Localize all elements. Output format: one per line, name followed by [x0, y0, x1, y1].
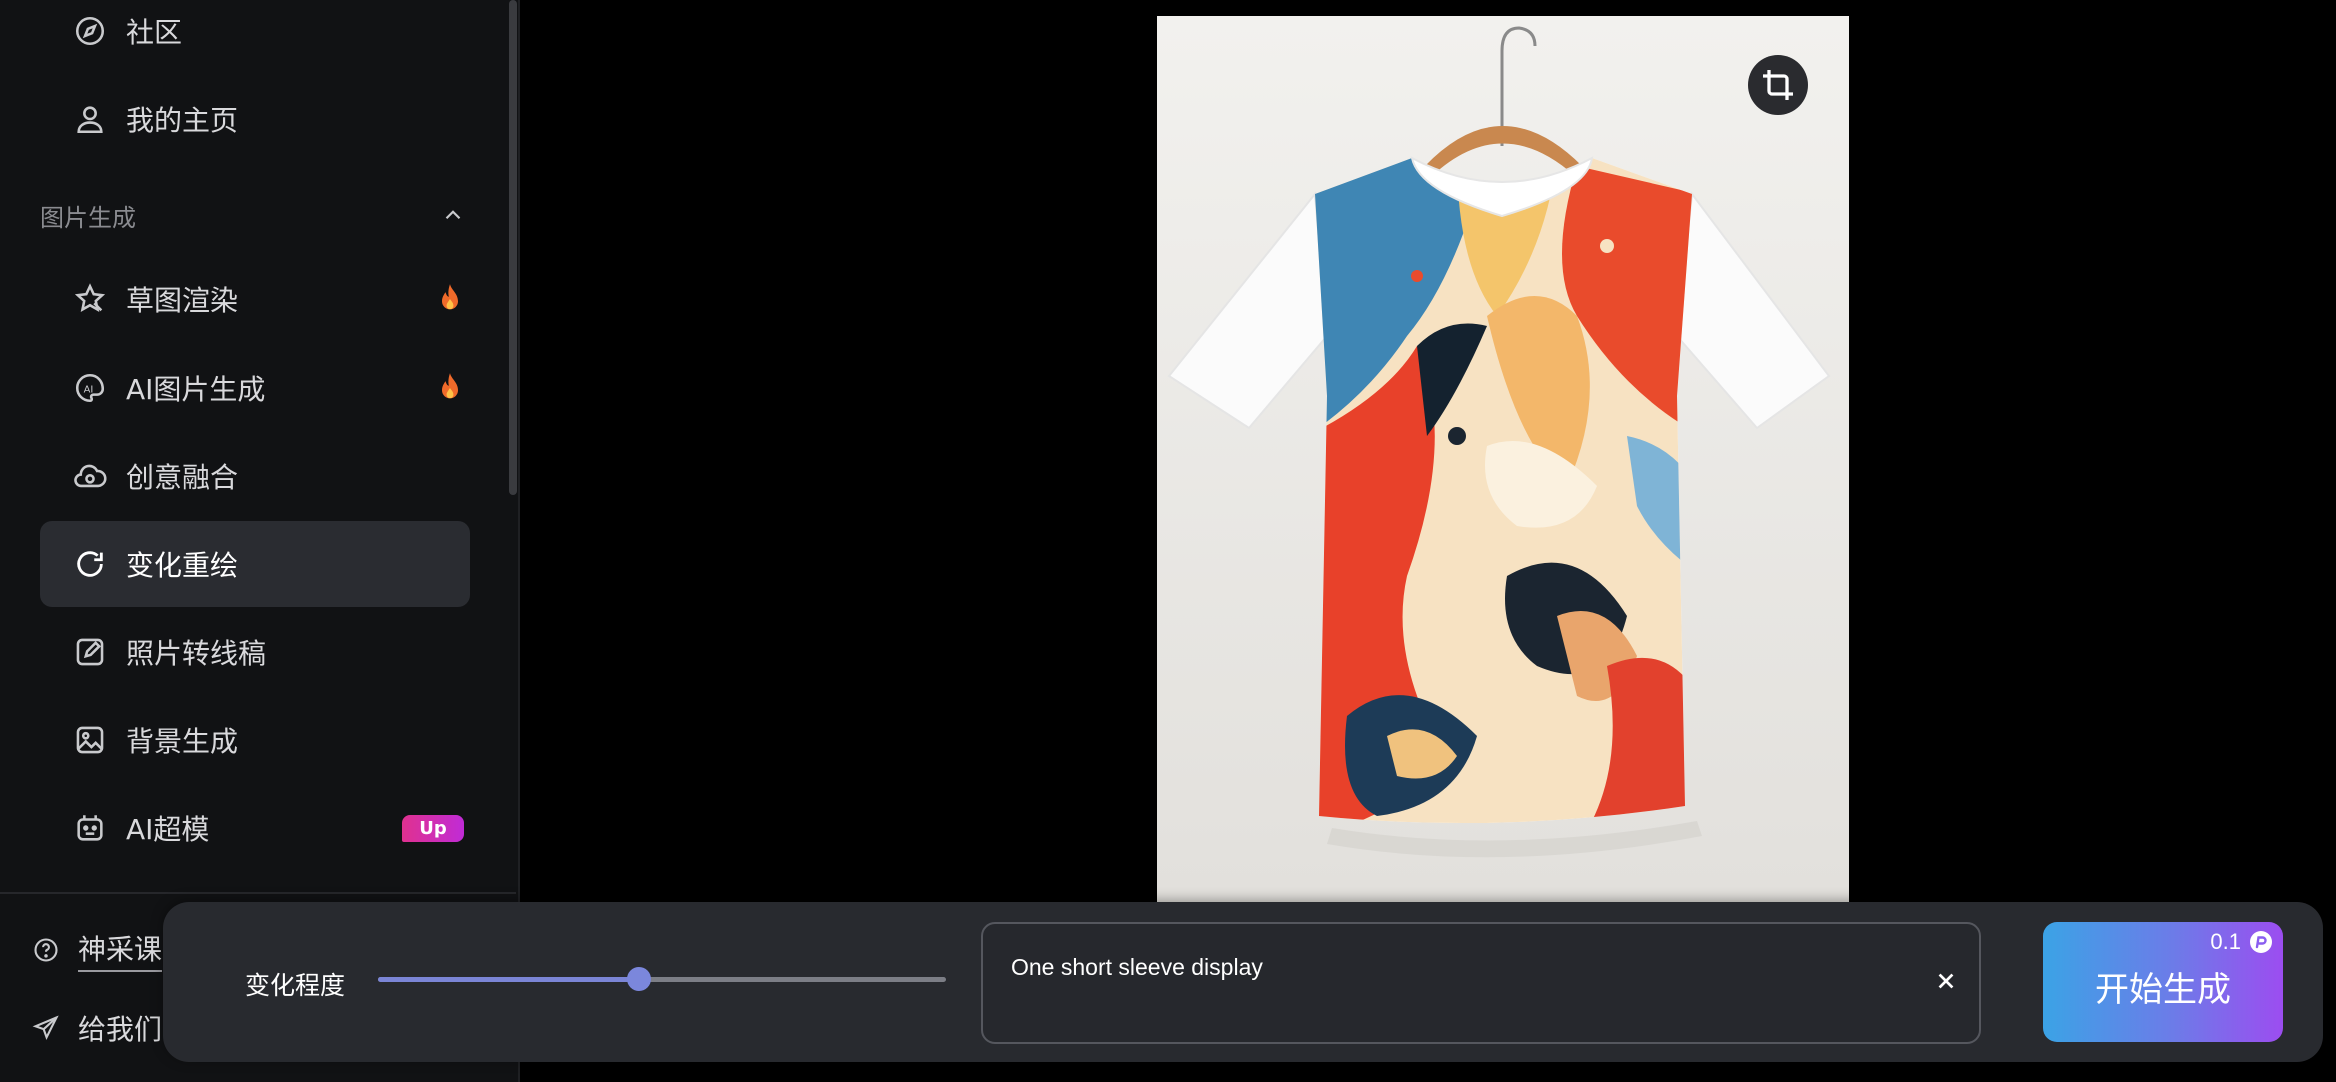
prompt-input[interactable]: One short sleeve display	[981, 922, 1981, 1044]
sidebar-item-my-home[interactable]: 我的主页	[40, 76, 470, 162]
section-header-image-generation[interactable]: 图片生成	[40, 195, 470, 235]
sidebar-item-photo-to-line[interactable]: 照片转线稿	[40, 609, 470, 695]
sidebar-item-label: 草图渲染	[126, 284, 239, 317]
sidebar-item-label: AI超模	[126, 813, 210, 846]
sidebar-item-label: 社区	[126, 16, 183, 49]
ai-palette-icon: AI	[72, 370, 108, 406]
slider-fill	[378, 977, 640, 982]
close-icon[interactable]	[1935, 970, 1957, 992]
sidebar-item-ai-model[interactable]: AI超模 Up	[40, 785, 470, 871]
preview-image	[1157, 16, 1849, 902]
sidebar-item-background[interactable]: 背景生成	[40, 697, 470, 783]
help-circle-icon	[34, 938, 58, 962]
send-icon	[32, 1015, 59, 1041]
sidebar-scrollbar[interactable]	[509, 0, 517, 495]
slider-thumb[interactable]	[627, 967, 652, 991]
generate-button[interactable]: 0.1 开始生成	[2043, 922, 2283, 1042]
chevron-up-icon[interactable]	[440, 202, 466, 228]
fire-icon	[442, 284, 458, 310]
coin-icon	[2250, 931, 2272, 953]
footer-link-course[interactable]: 神采课	[32, 928, 163, 972]
blend-icon	[72, 458, 108, 494]
cost-value: 0.1	[2210, 929, 2241, 954]
sidebar-item-creative-fusion[interactable]: 创意融合	[40, 433, 470, 519]
app-root: 社区 我的主页 图片生成 草图渲染 AI AI图片生成 创意融合 变化重绘 照片…	[0, 0, 2336, 1082]
sidebar-item-label: 变化重绘	[126, 549, 239, 582]
fire-icon	[442, 373, 458, 399]
prompt-text[interactable]: One short sleeve display	[1011, 954, 1263, 981]
sidebar-item-ai-image[interactable]: AI AI图片生成	[40, 345, 470, 431]
up-badge: Up	[402, 815, 464, 842]
image-icon	[72, 722, 108, 758]
footer-link-label: 神采课	[78, 928, 163, 972]
sketch-star-icon	[72, 281, 108, 317]
compass-icon	[72, 13, 108, 49]
footer-link-feedback[interactable]: 给我们	[32, 1008, 162, 1048]
sidebar-item-label: 背景生成	[126, 725, 239, 758]
crop-button[interactable]	[1748, 55, 1808, 115]
sidebar-item-variation-redraw[interactable]: 变化重绘	[40, 521, 470, 607]
refresh-icon	[72, 546, 108, 582]
cost-indicator: 0.1	[2210, 929, 2273, 955]
edit-square-icon	[72, 634, 108, 670]
footer-link-label: 给我们	[78, 1013, 163, 1046]
variation-label: 变化程度	[245, 971, 346, 1000]
sidebar-item-label: 照片转线稿	[126, 637, 267, 670]
tshirt-illustration	[1157, 16, 1849, 902]
crop-icon	[1763, 70, 1793, 100]
control-bar: 变化程度 One short sleeve display 0.1 开始生成	[163, 902, 2323, 1062]
model-icon	[72, 810, 108, 846]
sidebar-item-community[interactable]: 社区	[40, 0, 470, 74]
sidebar-item-label: AI图片生成	[126, 373, 266, 406]
svg-text:AI: AI	[84, 384, 94, 395]
generate-label: 开始生成	[2095, 970, 2231, 1010]
user-icon	[72, 101, 108, 137]
sidebar-item-label: 我的主页	[126, 104, 239, 137]
variation-slider[interactable]	[378, 967, 946, 991]
sidebar-divider	[0, 892, 516, 894]
sidebar-item-sketch-render[interactable]: 草图渲染	[40, 256, 470, 342]
section-title: 图片生成	[40, 203, 136, 232]
sidebar-item-label: 创意融合	[126, 461, 239, 494]
